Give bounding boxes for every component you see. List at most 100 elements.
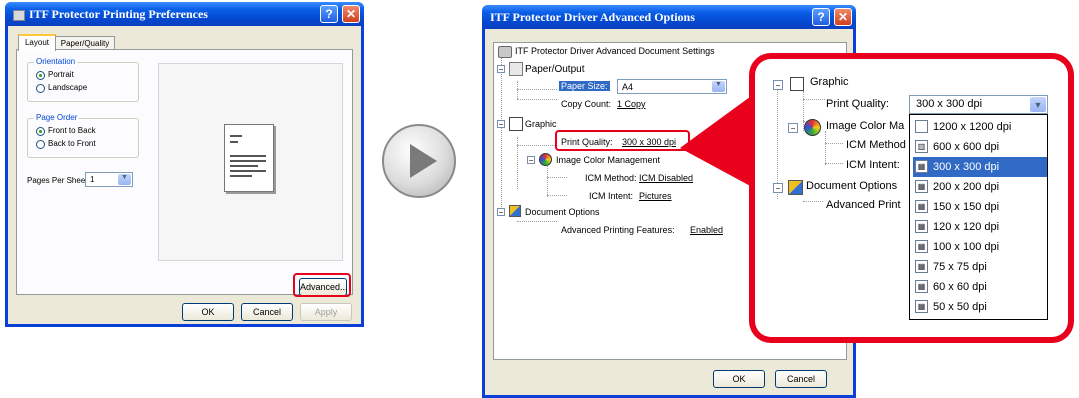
document-options-icon xyxy=(509,205,521,217)
quality-icon: ▦ xyxy=(915,220,928,233)
landscape-label[interactable]: Landscape xyxy=(48,83,87,92)
collapse-document-options-icon[interactable]: − xyxy=(773,183,783,193)
collapse-icm-icon[interactable]: − xyxy=(527,156,535,165)
printer-icon xyxy=(13,9,25,21)
quality-icon xyxy=(915,120,928,133)
collapse-paper-output-icon[interactable]: − xyxy=(497,65,505,74)
dpi-option-label: 75 x 75 dpi xyxy=(933,261,987,273)
back-to-front-radio[interactable] xyxy=(36,140,45,149)
collapse-icm-icon[interactable]: − xyxy=(788,123,798,133)
window-title: ITF Protector Printing Preferences xyxy=(29,7,208,21)
dpi-option-label: 1200 x 1200 dpi xyxy=(933,121,1012,133)
zoom-tree-graphic[interactable]: Graphic xyxy=(810,76,849,88)
dpi-option-label: 600 x 600 dpi xyxy=(933,141,1000,153)
portrait-label[interactable]: Portrait xyxy=(48,70,74,79)
tab-layout[interactable]: Layout xyxy=(18,34,56,51)
tab-paper-quality[interactable]: Paper/Quality xyxy=(55,36,115,50)
dpi-option[interactable]: ▦ 150 x 150 dpi xyxy=(913,197,1047,217)
zoom-icm-method-label: ICM Method xyxy=(846,139,906,151)
paper-size-label: Paper Size: xyxy=(559,81,610,91)
quality-icon: ▦ xyxy=(915,160,928,173)
chevron-down-icon[interactable]: ▼ xyxy=(118,174,131,185)
portrait-radio[interactable] xyxy=(36,71,45,80)
front-to-back-radio[interactable] xyxy=(36,127,45,136)
chevron-down-icon[interactable]: ▼ xyxy=(1030,97,1046,112)
window-titlebar[interactable]: ITF Protector Driver Advanced Options ? … xyxy=(482,5,856,29)
zoom-callout-content: − Graphic Print Quality: 300 x 300 dpi ▼… xyxy=(755,59,1068,337)
quality-icon: ▥ xyxy=(915,140,928,153)
icm-intent-value[interactable]: Pictures xyxy=(639,191,672,201)
zoom-callout: − Graphic Print Quality: 300 x 300 dpi ▼… xyxy=(749,53,1074,343)
dpi-option[interactable]: ▥ 600 x 600 dpi xyxy=(913,137,1047,157)
collapse-graphic-icon[interactable]: − xyxy=(497,120,505,129)
close-button[interactable]: ✕ xyxy=(834,8,852,26)
zoom-print-quality-label: Print Quality: xyxy=(826,98,889,110)
collapse-document-options-icon[interactable]: − xyxy=(497,208,505,217)
callout-pointer xyxy=(680,94,754,188)
dpi-option[interactable]: 1200 x 1200 dpi xyxy=(913,117,1047,137)
dpi-option[interactable]: ▦ 200 x 200 dpi xyxy=(913,177,1047,197)
color-management-icon xyxy=(804,119,821,136)
graphic-icon xyxy=(509,117,523,131)
pages-per-sheet-select[interactable]: 1 ▼ xyxy=(85,172,133,187)
icm-method-label: ICM Method: xyxy=(585,173,637,183)
page-order-group: Page Order Front to Back Back to Front xyxy=(27,113,139,158)
dpi-option-label: 200 x 200 dpi xyxy=(933,181,1000,193)
dpi-option[interactable]: ▦ 100 x 100 dpi xyxy=(913,237,1047,257)
tree-icm[interactable]: Image Color Management xyxy=(556,155,660,165)
back-to-front-label[interactable]: Back to Front xyxy=(48,139,96,148)
ok-button[interactable]: OK xyxy=(713,370,765,388)
zoom-tree-document-options[interactable]: Document Options xyxy=(806,180,897,192)
paper-output-icon xyxy=(509,62,523,76)
dpi-option[interactable]: ▦ 75 x 75 dpi xyxy=(913,257,1047,277)
tree-root-label: ITF Protector Driver Advanced Document S… xyxy=(515,46,715,56)
orientation-group: Orientation Portrait Landscape xyxy=(27,57,139,102)
collapse-graphic-icon[interactable]: − xyxy=(773,80,783,90)
print-quality-dropdown-list[interactable]: 1200 x 1200 dpi ▥ 600 x 600 dpi ▦ 300 x 30… xyxy=(909,114,1048,320)
icm-intent-label: ICM Intent: xyxy=(589,191,634,201)
help-button[interactable]: ? xyxy=(320,5,338,23)
advanced-button-highlight xyxy=(293,273,351,297)
copy-count-label: Copy Count: xyxy=(561,99,612,109)
dpi-option[interactable]: ▦ 60 x 60 dpi xyxy=(913,277,1047,297)
zoom-icm-intent-label: ICM Intent: xyxy=(846,159,900,171)
zoom-print-quality-select[interactable]: 300 x 300 dpi ▼ xyxy=(909,95,1048,114)
quality-icon: ▦ xyxy=(915,180,928,193)
document-options-icon xyxy=(788,180,803,195)
advanced-features-value[interactable]: Enabled xyxy=(690,225,723,235)
cancel-button[interactable]: Cancel xyxy=(775,370,827,388)
zoom-print-quality-value: 300 x 300 dpi xyxy=(916,98,983,110)
cancel-button[interactable]: Cancel xyxy=(241,303,293,321)
close-button[interactable]: ✕ xyxy=(342,5,360,23)
window-title: ITF Protector Driver Advanced Options xyxy=(490,10,695,24)
apply-button[interactable]: Apply xyxy=(300,303,352,321)
window-titlebar[interactable]: ITF Protector Printing Preferences ? ✕ xyxy=(5,2,364,26)
copy-count-value[interactable]: 1 Copy xyxy=(617,99,646,109)
dpi-option[interactable]: ▦ 50 x 50 dpi xyxy=(913,297,1047,317)
dpi-option-label: 120 x 120 dpi xyxy=(933,221,1000,233)
page-order-label: Page Order xyxy=(34,113,80,122)
quality-icon: ▦ xyxy=(915,280,928,293)
next-step-arrow-icon xyxy=(382,124,456,198)
tree-graphic[interactable]: Graphic xyxy=(525,119,557,129)
dpi-option-label: 100 x 100 dpi xyxy=(933,241,1000,253)
tree-paper-output[interactable]: Paper/Output xyxy=(525,64,584,75)
printing-preferences-window: ITF Protector Printing Preferences ? ✕ L… xyxy=(5,2,364,327)
pages-per-sheet-value: 1 xyxy=(90,175,95,184)
tree-document-options[interactable]: Document Options xyxy=(525,207,600,217)
zoom-tree-icm[interactable]: Image Color Ma xyxy=(826,120,904,132)
page-preview-icon xyxy=(224,124,274,192)
landscape-radio[interactable] xyxy=(36,84,45,93)
zoom-advanced-print-label: Advanced Print xyxy=(826,199,901,211)
dpi-option-selected[interactable]: ▦ 300 x 300 dpi xyxy=(913,157,1047,177)
dpi-option-label: 50 x 50 dpi xyxy=(933,301,987,313)
paper-size-value: A4 xyxy=(622,82,634,92)
front-to-back-label[interactable]: Front to Back xyxy=(48,126,96,135)
settings-icon xyxy=(498,46,512,58)
dpi-option[interactable]: ▦ 120 x 120 dpi xyxy=(913,217,1047,237)
graphic-icon xyxy=(790,77,804,91)
ok-button[interactable]: OK xyxy=(182,303,234,321)
layout-tab-panel: Orientation Portrait Landscape Page Orde… xyxy=(16,49,353,296)
help-button[interactable]: ? xyxy=(812,8,830,26)
dpi-option-label: 300 x 300 dpi xyxy=(933,161,1000,173)
